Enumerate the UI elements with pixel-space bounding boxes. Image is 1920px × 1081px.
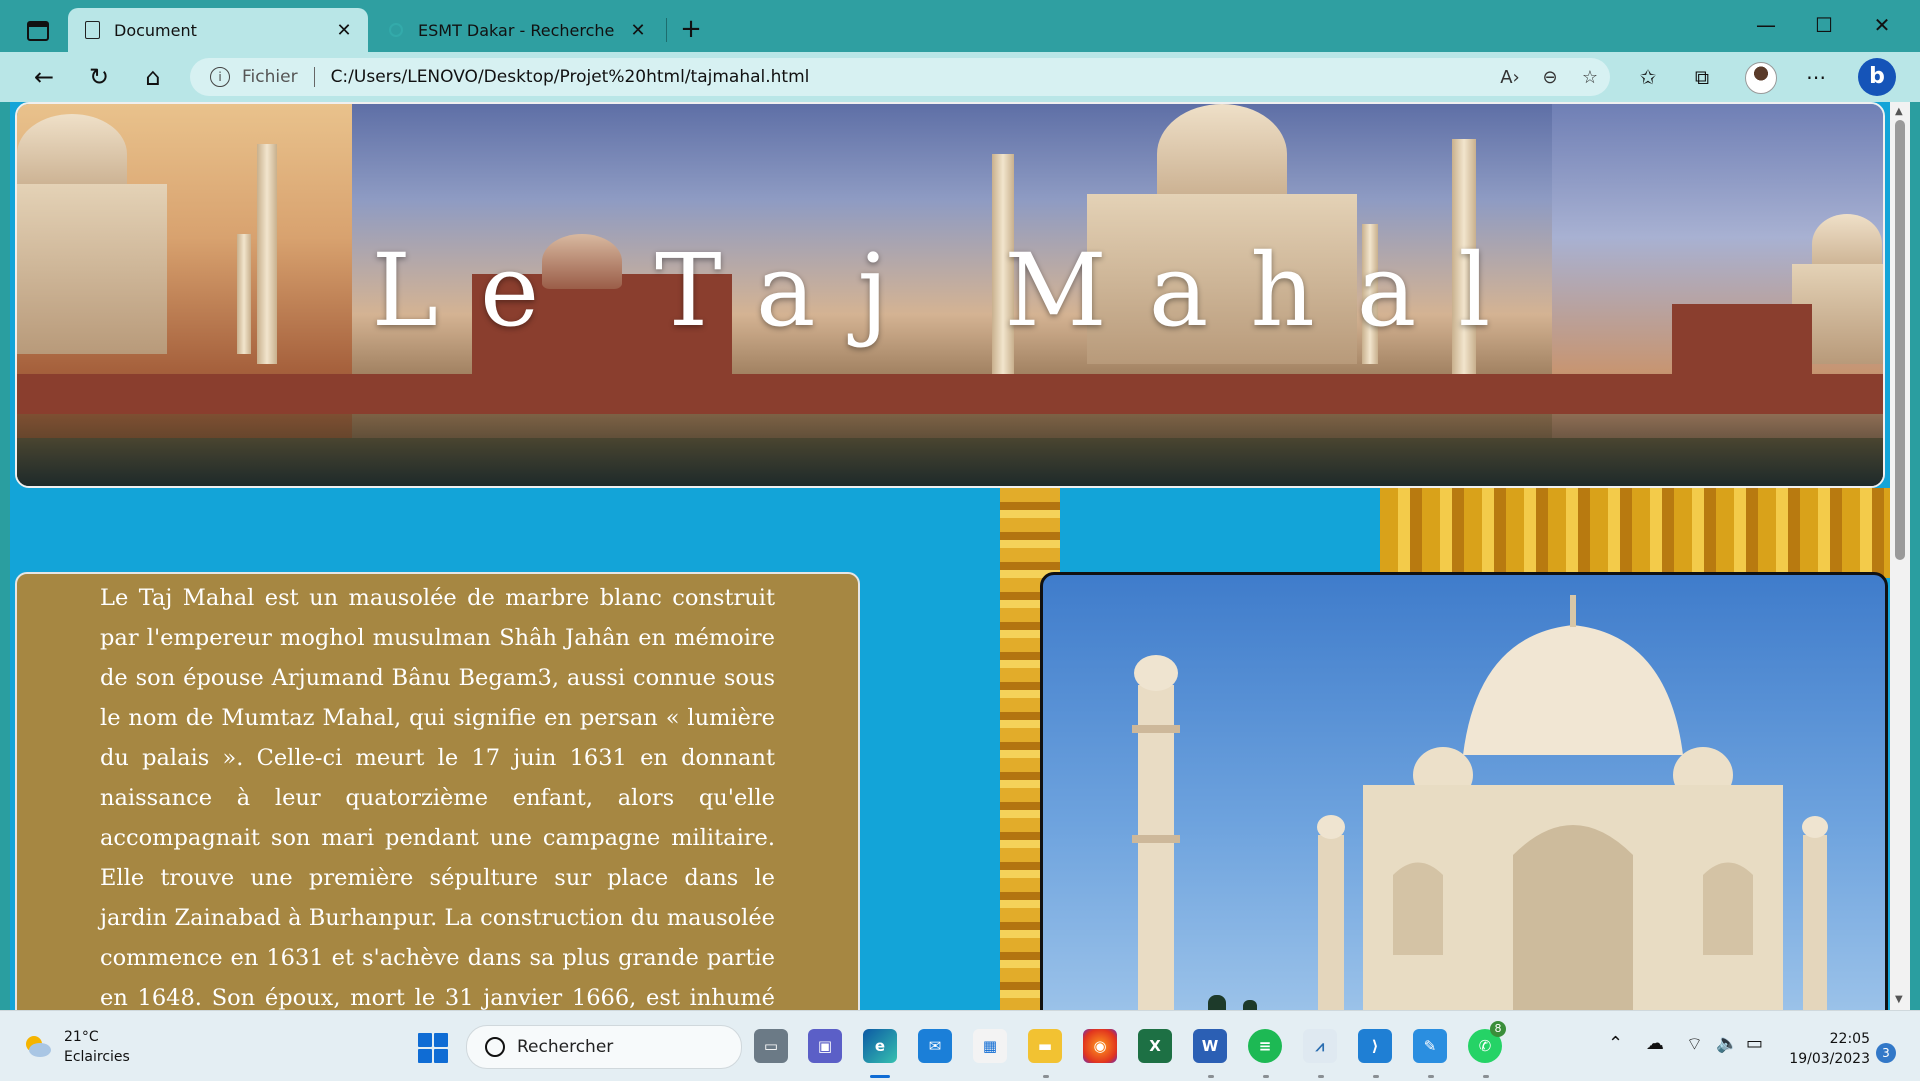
- banner: Le Taj Mahal: [15, 102, 1885, 488]
- firefox-icon[interactable]: ◉: [1083, 1029, 1117, 1063]
- scrollbar-thumb[interactable]: [1895, 120, 1905, 560]
- tab-divider: [666, 18, 667, 42]
- tab-document[interactable]: Document ✕: [68, 8, 368, 52]
- collections-icon[interactable]: ⧉: [1682, 60, 1722, 94]
- scroll-down-icon[interactable]: ▼: [1895, 994, 1903, 1005]
- maximize-button[interactable]: ☐: [1798, 10, 1850, 40]
- whatsapp-badge: 8: [1490, 1021, 1506, 1037]
- notifications-badge[interactable]: 3: [1876, 1043, 1896, 1063]
- document-icon: [82, 20, 102, 40]
- profile-avatar[interactable]: [1745, 62, 1777, 94]
- zoom-icon[interactable]: ⊖: [1530, 67, 1570, 88]
- running-indicator: [1373, 1075, 1379, 1078]
- scroll-up-icon[interactable]: ▲: [1895, 106, 1903, 117]
- performance-monitor-icon[interactable]: ⩘: [1303, 1029, 1337, 1063]
- battery-icon[interactable]: ▭: [1746, 1033, 1763, 1054]
- page-title: Le Taj Mahal: [371, 232, 1533, 349]
- description-panel: Le Taj Mahal est un mausolée de marbre b…: [15, 572, 860, 1010]
- taj-mahal-illustration: [1132, 595, 1828, 1010]
- weather-description[interactable]: Eclaircies: [64, 1049, 130, 1065]
- active-app-indicator: [870, 1075, 890, 1078]
- page-viewport: Le Taj Mahal Le Taj Mahal est un mausolé…: [10, 102, 1890, 1010]
- start-button[interactable]: [418, 1033, 448, 1063]
- close-icon[interactable]: ✕: [628, 20, 648, 41]
- favorites-icon[interactable]: ✩: [1628, 60, 1668, 94]
- store-icon[interactable]: ▦: [973, 1029, 1007, 1063]
- spotify-icon[interactable]: ≡: [1248, 1029, 1282, 1063]
- clock-date[interactable]: 19/03/2023: [1784, 1051, 1870, 1067]
- taj-mahal-photo: [1040, 572, 1888, 1010]
- search-icon: [485, 1037, 505, 1057]
- running-indicator: [1428, 1075, 1434, 1078]
- more-menu-icon[interactable]: ⋯: [1796, 60, 1836, 94]
- new-tab-button[interactable]: +: [674, 12, 708, 46]
- onedrive-icon[interactable]: ☁: [1646, 1033, 1664, 1054]
- gold-ornament-image: [1380, 488, 1890, 578]
- refresh-button[interactable]: ↻: [79, 60, 119, 94]
- search-icon: [386, 20, 406, 40]
- vscode-icon[interactable]: ⟩: [1358, 1029, 1392, 1063]
- bing-chat-icon[interactable]: b: [1858, 58, 1896, 96]
- tab-strip: Document ✕ ESMT Dakar - Recherche ✕ + — …: [0, 0, 1920, 52]
- tab-actions-icon: [27, 21, 49, 41]
- back-button[interactable]: ←: [24, 60, 64, 94]
- browser-toolbar: ← ↻ ⌂ i Fichier C:/Users/LENOVO/Desktop/…: [0, 52, 1920, 102]
- tab-esmt-search[interactable]: ESMT Dakar - Recherche ✕: [372, 8, 662, 52]
- mail-icon[interactable]: ✉: [918, 1029, 952, 1063]
- close-window-button[interactable]: ✕: [1856, 10, 1908, 40]
- word-icon[interactable]: W: [1193, 1029, 1227, 1063]
- add-favorite-icon[interactable]: ☆: [1570, 67, 1610, 88]
- window-border: [1910, 102, 1920, 1010]
- address-separator: [313, 67, 315, 87]
- edge-icon[interactable]: e: [863, 1029, 897, 1063]
- info-icon[interactable]: i: [210, 67, 230, 87]
- taskbar-search[interactable]: Rechercher: [466, 1025, 742, 1069]
- clock-time[interactable]: 22:05: [1820, 1031, 1870, 1047]
- vertical-scrollbar[interactable]: ▲ ▼: [1890, 102, 1910, 1010]
- running-indicator: [1208, 1075, 1214, 1078]
- weather-temperature[interactable]: 21°C: [64, 1029, 99, 1045]
- excel-icon[interactable]: X: [1138, 1029, 1172, 1063]
- running-indicator: [1483, 1075, 1489, 1078]
- minimize-button[interactable]: —: [1740, 10, 1792, 40]
- address-bar[interactable]: i Fichier C:/Users/LENOVO/Desktop/Projet…: [190, 58, 1610, 96]
- tab-label: ESMT Dakar - Recherche: [418, 20, 615, 40]
- teams-chat-icon[interactable]: ▣: [808, 1029, 842, 1063]
- taskbar: 21°C Eclaircies Rechercher ▭ ▣ e ✉ ▦ ▬ ◉…: [0, 1010, 1920, 1081]
- show-hidden-icons-chevron-icon[interactable]: ⌃: [1608, 1033, 1623, 1054]
- file-explorer-icon[interactable]: ▬: [1028, 1029, 1062, 1063]
- weather-icon[interactable]: [22, 1033, 52, 1059]
- task-view-icon[interactable]: ▭: [754, 1029, 788, 1063]
- scheme-label: Fichier: [242, 67, 298, 87]
- volume-icon[interactable]: 🔈: [1716, 1033, 1738, 1054]
- description-paragraph: Le Taj Mahal est un mausolée de marbre b…: [100, 585, 775, 1010]
- tab-label: Document: [114, 20, 197, 40]
- wifi-icon[interactable]: ⌔: [1686, 1033, 1703, 1056]
- search-placeholder: Rechercher: [517, 1037, 614, 1057]
- close-icon[interactable]: ✕: [334, 20, 354, 41]
- home-button[interactable]: ⌂: [133, 60, 173, 94]
- running-indicator: [1043, 1075, 1049, 1078]
- read-aloud-icon[interactable]: A›: [1490, 67, 1530, 88]
- running-indicator: [1263, 1075, 1269, 1078]
- url-text[interactable]: C:/Users/LENOVO/Desktop/Projet%20html/ta…: [331, 67, 1490, 87]
- tab-actions-menu-button[interactable]: [14, 14, 62, 48]
- running-indicator: [1318, 1075, 1324, 1078]
- paint-icon[interactable]: ✎: [1413, 1029, 1447, 1063]
